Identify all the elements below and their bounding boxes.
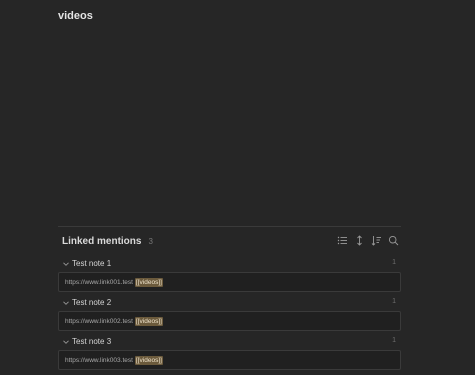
mention-count: 1: [392, 337, 396, 344]
mention-count: 1: [392, 259, 396, 266]
mention-snippet[interactable]: https://www.link003.test [[videos]]: [58, 350, 401, 370]
snippet-link-highlight[interactable]: [[videos]]: [134, 355, 163, 365]
sort-icon[interactable]: [370, 234, 382, 246]
snippet-link-highlight[interactable]: [[videos]]: [134, 277, 163, 287]
snippet-link-highlight[interactable]: [[videos]]: [134, 316, 163, 326]
search-icon[interactable]: [387, 234, 399, 246]
mention-group: Test note 3 1 https://www.link003.test […: [58, 333, 401, 370]
linked-mentions-panel: Linked mentions 3 Test note 1 1 https://…: [58, 226, 401, 372]
mention-note-name[interactable]: Test note 3: [72, 337, 111, 346]
mention-group-header[interactable]: Test note 1 1: [58, 255, 401, 272]
mention-note-name[interactable]: Test note 2: [72, 298, 111, 307]
chevron-down-icon[interactable]: [61, 298, 71, 308]
linked-mentions-header: Linked mentions 3: [58, 227, 401, 255]
list-icon[interactable]: [336, 234, 348, 246]
snippet-url: https://www.link002.test: [65, 317, 133, 325]
mention-snippet[interactable]: https://www.link002.test [[videos]]: [58, 311, 401, 331]
linked-mentions-title: Linked mentions: [62, 235, 142, 247]
note-title[interactable]: videos: [58, 10, 93, 22]
linked-mentions-count: 3: [148, 236, 153, 246]
linked-mentions-toolbar: [336, 234, 399, 246]
mention-group: Test note 1 1 https://www.link001.test […: [58, 255, 401, 292]
mention-snippet[interactable]: https://www.link001.test [[videos]]: [58, 272, 401, 292]
mention-group: Test note 2 1 https://www.link002.test […: [58, 294, 401, 331]
snippet-url: https://www.link003.test: [65, 356, 133, 364]
note-view: videos Linked mentions 3 Test note 1 1 h…: [0, 0, 475, 375]
mention-group-header[interactable]: Test note 2 1: [58, 294, 401, 311]
mention-count: 1: [392, 298, 396, 305]
expand-vertical-icon[interactable]: [353, 234, 365, 246]
chevron-down-icon[interactable]: [61, 337, 71, 347]
mention-group-header[interactable]: Test note 3 1: [58, 333, 401, 350]
mention-note-name[interactable]: Test note 1: [72, 259, 111, 268]
snippet-url: https://www.link001.test: [65, 278, 133, 286]
chevron-down-icon[interactable]: [61, 259, 71, 269]
